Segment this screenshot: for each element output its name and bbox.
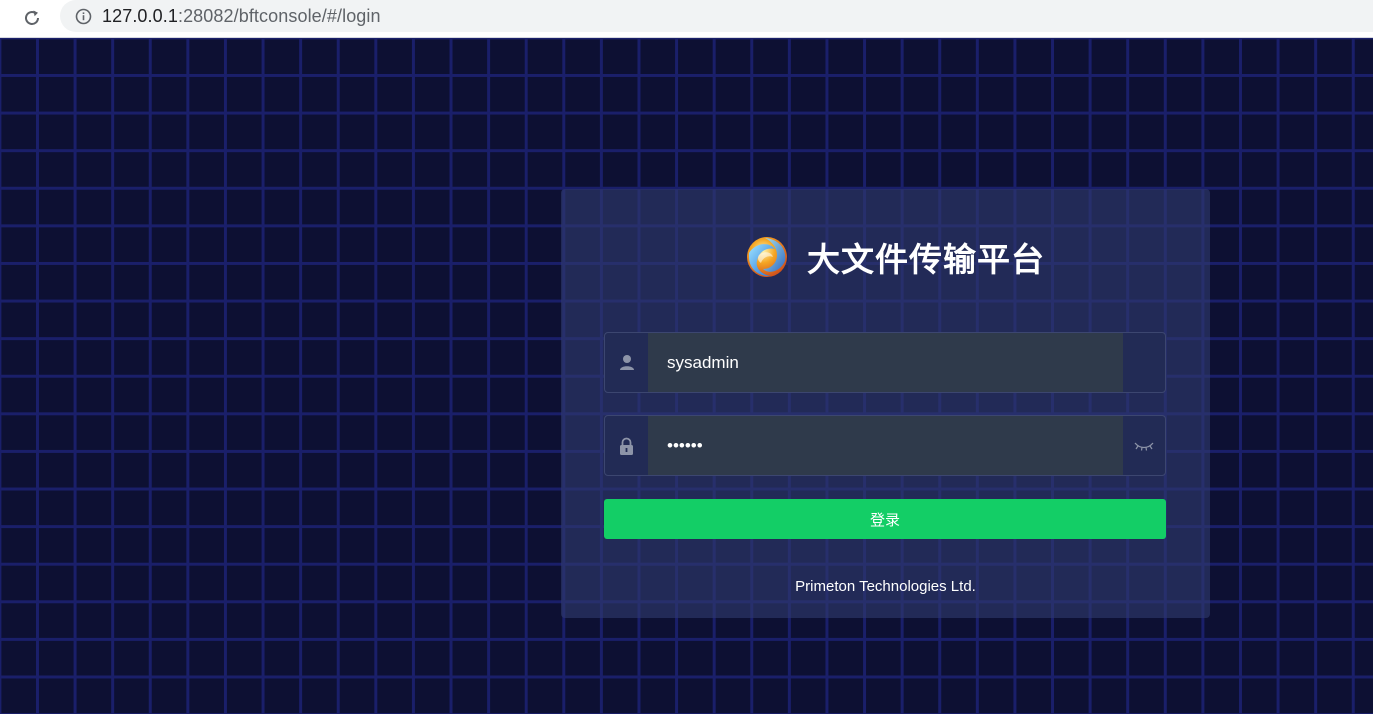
reload-button[interactable]	[18, 4, 46, 32]
login-button[interactable]: 登录	[604, 499, 1166, 539]
username-field	[604, 332, 1166, 393]
info-icon[interactable]	[74, 7, 92, 25]
url-text[interactable]: 127.0.0.1:28082/bftconsole/#/login	[102, 6, 381, 27]
brand-header: 大文件传输平台	[745, 233, 1045, 281]
page-title: 大文件传输平台	[807, 240, 1045, 279]
show-password-toggle[interactable]	[1122, 416, 1165, 475]
login-card: 大文件传输平台 sysadmin •••••• 登录 Primeton Tech…	[561, 189, 1210, 618]
reload-icon	[25, 10, 39, 25]
login-page-background: 大文件传输平台 sysadmin •••••• 登录 Primeton Tech…	[0, 38, 1373, 714]
password-input[interactable]	[648, 416, 1123, 475]
lock-icon	[605, 416, 648, 475]
username-input[interactable]	[648, 333, 1123, 392]
copyright-text: Primeton Technologies Ltd.	[795, 578, 976, 595]
browser-toolbar: 127.0.0.1:28082/bftconsole/#/login	[0, 0, 1373, 38]
user-icon	[605, 333, 648, 392]
address-bar[interactable]: 127.0.0.1:28082/bftconsole/#/login	[60, 0, 1373, 32]
eye-closed-icon	[1134, 442, 1153, 451]
sphere-logo	[747, 237, 787, 277]
url-path: :28082/bftconsole/#/login	[177, 5, 381, 26]
url-host: 127.0.0.1	[102, 5, 178, 26]
password-field	[604, 415, 1166, 476]
